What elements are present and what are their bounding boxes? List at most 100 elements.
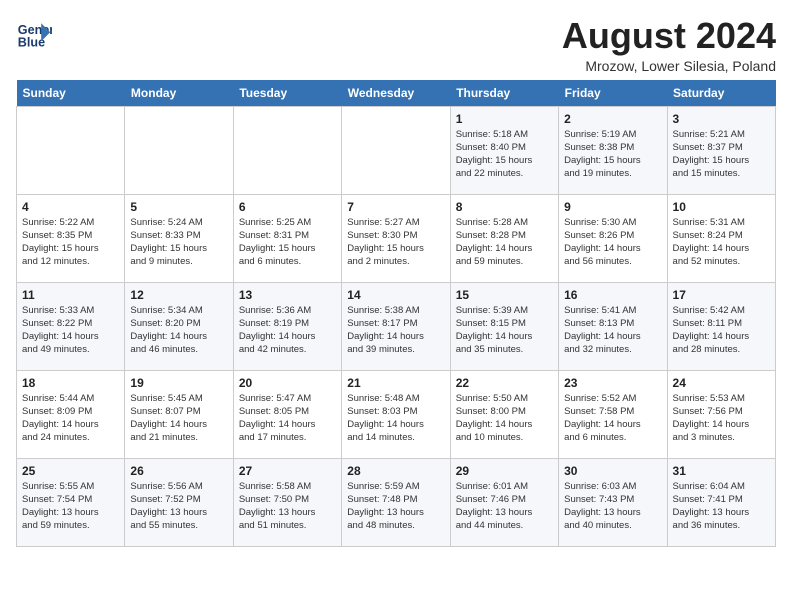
weekday-header-monday: Monday (125, 80, 233, 107)
day-number: 29 (456, 464, 553, 478)
calendar-cell: 3Sunrise: 5:21 AM Sunset: 8:37 PM Daylig… (667, 106, 775, 194)
calendar-cell: 14 Sunrise: 5:38 AM Sunset: 8:17 PM Dayli… (342, 282, 450, 370)
day-info: Sunrise: 5:50 AM Sunset: 8:00 PM Dayligh… (456, 392, 553, 445)
calendar-cell: 12 Sunrise: 5:34 AM Sunset: 8:20 PM Dayli… (125, 282, 233, 370)
day-number: 1 (456, 112, 553, 126)
day-number: 7 (347, 200, 444, 214)
day-info: Sunrise: 5:58 AM Sunset: 7:50 PM Dayligh… (239, 480, 336, 533)
calendar-table: SundayMondayTuesdayWednesdayThursdayFrid… (16, 80, 776, 547)
calendar-cell: 29 Sunrise: 6:01 AM Sunset: 7:46 PM Dayli… (450, 458, 558, 546)
day-info: Sunrise: 5:52 AM Sunset: 7:58 PM Dayligh… (564, 392, 661, 445)
calendar-cell: 11 Sunrise: 5:33 AM Sunset: 8:22 PM Dayli… (17, 282, 125, 370)
day-info: Sunrise: 5:56 AM Sunset: 7:52 PM Dayligh… (130, 480, 227, 533)
location: Mrozow, Lower Silesia, Poland (562, 58, 776, 74)
calendar-cell: 20 Sunrise: 5:47 AM Sunset: 8:05 PM Dayli… (233, 370, 341, 458)
weekday-header-tuesday: Tuesday (233, 80, 341, 107)
day-number: 25 (22, 464, 119, 478)
day-number: 24 (673, 376, 770, 390)
day-number: 11 (22, 288, 119, 302)
calendar-cell: 19 Sunrise: 5:45 AM Sunset: 8:07 PM Dayli… (125, 370, 233, 458)
day-number: 28 (347, 464, 444, 478)
calendar-cell: 10 Sunrise: 5:31 AM Sunset: 8:24 PM Dayli… (667, 194, 775, 282)
day-number: 8 (456, 200, 553, 214)
weekday-header-friday: Friday (559, 80, 667, 107)
calendar-cell: 16 Sunrise: 5:41 AM Sunset: 8:13 PM Dayli… (559, 282, 667, 370)
day-info: Sunrise: 5:39 AM Sunset: 8:15 PM Dayligh… (456, 304, 553, 357)
day-info: Sunrise: 5:45 AM Sunset: 8:07 PM Dayligh… (130, 392, 227, 445)
calendar-cell: 22 Sunrise: 5:50 AM Sunset: 8:00 PM Dayli… (450, 370, 558, 458)
weekday-header-saturday: Saturday (667, 80, 775, 107)
calendar-cell (17, 106, 125, 194)
day-info: Sunrise: 6:03 AM Sunset: 7:43 PM Dayligh… (564, 480, 661, 533)
day-info: Sunrise: 5:36 AM Sunset: 8:19 PM Dayligh… (239, 304, 336, 357)
day-info: Sunrise: 5:55 AM Sunset: 7:54 PM Dayligh… (22, 480, 119, 533)
day-number: 26 (130, 464, 227, 478)
day-number: 6 (239, 200, 336, 214)
calendar-cell: 6 Sunrise: 5:25 AM Sunset: 8:31 PM Daylig… (233, 194, 341, 282)
logo-icon: General Blue (16, 16, 52, 52)
day-info: Sunrise: 5:25 AM Sunset: 8:31 PM Dayligh… (239, 216, 336, 269)
day-info: Sunrise: 5:18 AM Sunset: 8:40 PM Dayligh… (456, 128, 553, 181)
day-info: Sunrise: 6:01 AM Sunset: 7:46 PM Dayligh… (456, 480, 553, 533)
day-info: Sunrise: 5:28 AM Sunset: 8:28 PM Dayligh… (456, 216, 553, 269)
day-number: 21 (347, 376, 444, 390)
title-area: August 2024 Mrozow, Lower Silesia, Polan… (562, 16, 776, 74)
day-number: 22 (456, 376, 553, 390)
logo: General Blue (16, 16, 52, 52)
day-number: 10 (673, 200, 770, 214)
calendar-cell: 4 Sunrise: 5:22 AM Sunset: 8:35 PM Daylig… (17, 194, 125, 282)
day-info: Sunrise: 5:38 AM Sunset: 8:17 PM Dayligh… (347, 304, 444, 357)
day-number: 12 (130, 288, 227, 302)
calendar-cell: 9 Sunrise: 5:30 AM Sunset: 8:26 PM Daylig… (559, 194, 667, 282)
day-info: Sunrise: 5:34 AM Sunset: 8:20 PM Dayligh… (130, 304, 227, 357)
day-number: 16 (564, 288, 661, 302)
calendar-cell: 17 Sunrise: 5:42 AM Sunset: 8:11 PM Dayli… (667, 282, 775, 370)
day-info: Sunrise: 5:22 AM Sunset: 8:35 PM Dayligh… (22, 216, 119, 269)
page-header: General Blue August 2024 Mrozow, Lower S… (16, 16, 776, 74)
day-number: 13 (239, 288, 336, 302)
day-number: 15 (456, 288, 553, 302)
calendar-cell: 23Sunrise: 5:52 AM Sunset: 7:58 PM Dayli… (559, 370, 667, 458)
month-title: August 2024 (562, 16, 776, 56)
calendar-cell: 24 Sunrise: 5:53 AM Sunset: 7:56 PM Dayli… (667, 370, 775, 458)
calendar-cell: 21 Sunrise: 5:48 AM Sunset: 8:03 PM Dayli… (342, 370, 450, 458)
day-number: 9 (564, 200, 661, 214)
day-info: Sunrise: 5:27 AM Sunset: 8:30 PM Dayligh… (347, 216, 444, 269)
calendar-cell: 25 Sunrise: 5:55 AM Sunset: 7:54 PM Dayli… (17, 458, 125, 546)
day-info: Sunrise: 5:24 AM Sunset: 8:33 PM Dayligh… (130, 216, 227, 269)
day-number: 20 (239, 376, 336, 390)
calendar-cell (233, 106, 341, 194)
calendar-cell (342, 106, 450, 194)
calendar-cell: 8 Sunrise: 5:28 AM Sunset: 8:28 PM Daylig… (450, 194, 558, 282)
day-number: 19 (130, 376, 227, 390)
day-number: 17 (673, 288, 770, 302)
weekday-header-wednesday: Wednesday (342, 80, 450, 107)
calendar-cell: 30 Sunrise: 6:03 AM Sunset: 7:43 PM Dayli… (559, 458, 667, 546)
day-info: Sunrise: 5:33 AM Sunset: 8:22 PM Dayligh… (22, 304, 119, 357)
day-number: 18 (22, 376, 119, 390)
calendar-cell: 28Sunrise: 5:59 AM Sunset: 7:48 PM Dayli… (342, 458, 450, 546)
weekday-header-sunday: Sunday (17, 80, 125, 107)
day-info: Sunrise: 5:47 AM Sunset: 8:05 PM Dayligh… (239, 392, 336, 445)
calendar-cell: 1 Sunrise: 5:18 AM Sunset: 8:40 PM Daylig… (450, 106, 558, 194)
day-info: Sunrise: 5:41 AM Sunset: 8:13 PM Dayligh… (564, 304, 661, 357)
day-info: Sunrise: 5:42 AM Sunset: 8:11 PM Dayligh… (673, 304, 770, 357)
calendar-cell: 27 Sunrise: 5:58 AM Sunset: 7:50 PM Dayli… (233, 458, 341, 546)
day-number: 27 (239, 464, 336, 478)
day-info: Sunrise: 5:30 AM Sunset: 8:26 PM Dayligh… (564, 216, 661, 269)
day-number: 30 (564, 464, 661, 478)
day-number: 5 (130, 200, 227, 214)
day-info: Sunrise: 5:53 AM Sunset: 7:56 PM Dayligh… (673, 392, 770, 445)
day-number: 4 (22, 200, 119, 214)
calendar-cell: 15 Sunrise: 5:39 AM Sunset: 8:15 PM Dayli… (450, 282, 558, 370)
day-info: Sunrise: 5:31 AM Sunset: 8:24 PM Dayligh… (673, 216, 770, 269)
calendar-cell: 26 Sunrise: 5:56 AM Sunset: 7:52 PM Dayli… (125, 458, 233, 546)
day-info: Sunrise: 5:48 AM Sunset: 8:03 PM Dayligh… (347, 392, 444, 445)
calendar-cell: 7 Sunrise: 5:27 AM Sunset: 8:30 PM Daylig… (342, 194, 450, 282)
calendar-cell: 5 Sunrise: 5:24 AM Sunset: 8:33 PM Daylig… (125, 194, 233, 282)
weekday-header-thursday: Thursday (450, 80, 558, 107)
day-number: 14 (347, 288, 444, 302)
calendar-cell: 13 Sunrise: 5:36 AM Sunset: 8:19 PM Dayli… (233, 282, 341, 370)
day-info: Sunrise: 5:21 AM Sunset: 8:37 PM Dayligh… (673, 128, 770, 181)
day-info: Sunrise: 5:44 AM Sunset: 8:09 PM Dayligh… (22, 392, 119, 445)
